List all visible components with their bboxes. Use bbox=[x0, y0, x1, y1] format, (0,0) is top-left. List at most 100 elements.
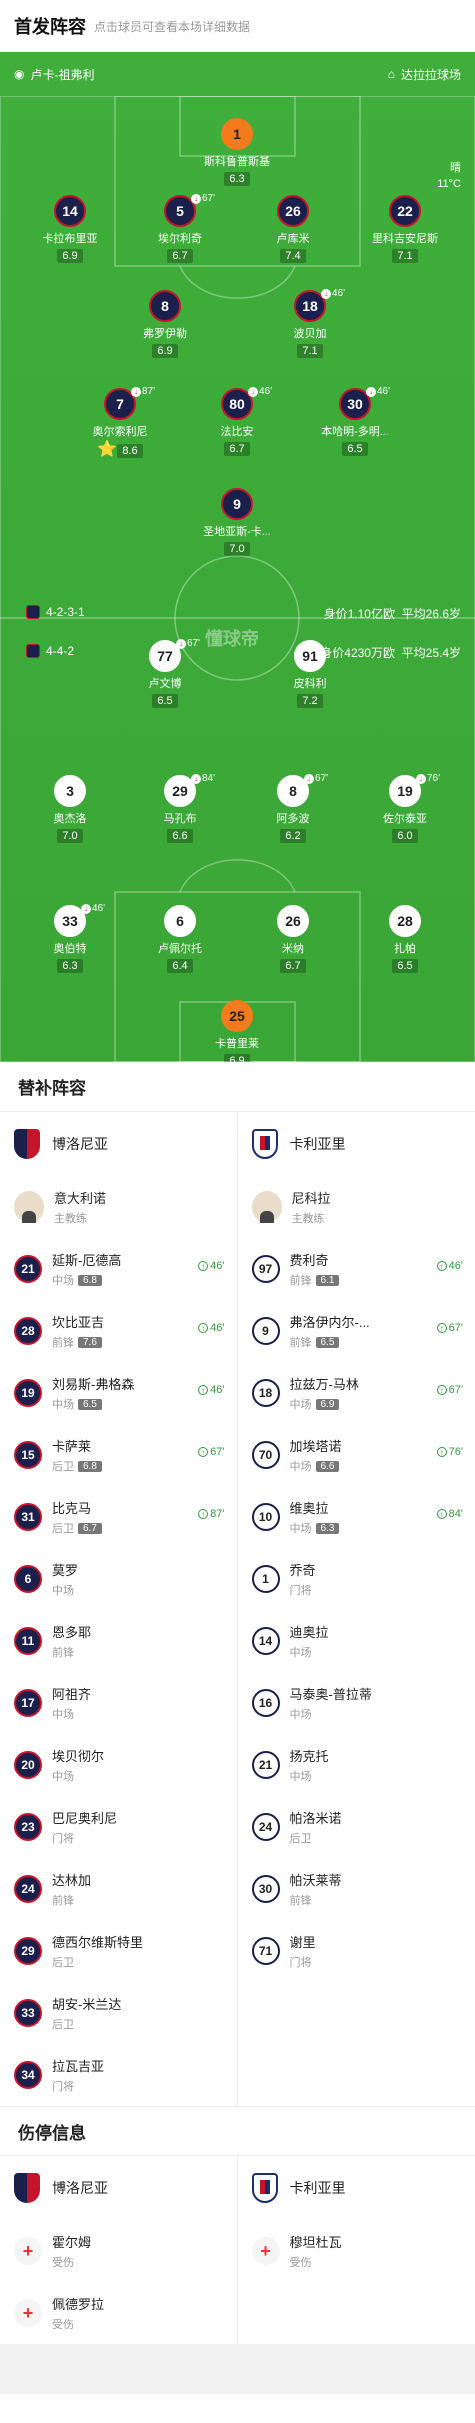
sub-info: 维奥拉 中场 6.3 bbox=[290, 1498, 340, 1536]
sub-player-row[interactable]: 6 莫罗 中场 bbox=[0, 1548, 237, 1610]
sub-player-row[interactable]: 20 埃贝彻尔 中场 bbox=[0, 1734, 237, 1796]
home-team-row[interactable]: 博洛尼亚 bbox=[0, 1112, 237, 1176]
away-player[interactable]: 33 ↓ 46' 奥伯特 6.3 bbox=[15, 903, 125, 974]
rating-wrap: 6.5 bbox=[300, 439, 410, 457]
sub-player-row[interactable]: 21 延斯-厄德高 中场 6.8 ↑ 46' bbox=[0, 1238, 237, 1300]
home-coach-role: 主教练 bbox=[54, 1213, 87, 1225]
sub-info: 乔奇 门将 bbox=[290, 1560, 316, 1598]
player-name: 本哈明-多明... bbox=[321, 426, 389, 438]
home-coach-row[interactable]: 意大利诺 主教练 bbox=[0, 1176, 237, 1238]
away-player[interactable]: 29 ↓ 84' 马孔布 6.6 bbox=[125, 773, 235, 844]
sub-player-row[interactable]: 33 胡安-米兰达 后卫 bbox=[0, 1982, 237, 2044]
injury-row[interactable]: + 霍尔姆 受伤 bbox=[0, 2220, 237, 2282]
home-player[interactable]: 8 弗罗伊勒 6.9 bbox=[110, 290, 220, 359]
sub-rating: 6.8 bbox=[78, 1460, 102, 1472]
sub-number: 16 bbox=[251, 1689, 280, 1717]
sub-player-row[interactable]: 31 比克马 后卫 6.7 ↑ 87' bbox=[0, 1486, 237, 1548]
injury-row[interactable]: + 佩德罗拉 受伤 bbox=[0, 2282, 237, 2344]
sub-meta: 中场 6.8 bbox=[52, 1272, 121, 1288]
sub-meta: 中场 bbox=[52, 1706, 91, 1722]
home-player[interactable]: 26 卢库米 7.4 bbox=[238, 195, 348, 264]
sub-player-row[interactable]: 10 维奥拉 中场 6.3 ↑ 84' bbox=[238, 1486, 475, 1548]
injury-status: 受伤 bbox=[52, 2319, 74, 2331]
sub-number: 24 bbox=[14, 1875, 42, 1903]
home-injury-list: + 霍尔姆 受伤 + 佩德罗拉 受伤 bbox=[0, 2220, 237, 2344]
sub-player-row[interactable]: 16 马泰奥-普拉蒂 中场 bbox=[238, 1672, 475, 1734]
sub-player-row[interactable]: 24 达林加 前锋 bbox=[0, 1858, 237, 1920]
player-name: 法比安 bbox=[220, 426, 254, 438]
sub-player-row[interactable]: 1 乔奇 门将 bbox=[238, 1548, 475, 1610]
bottom-spacer bbox=[0, 2344, 475, 2394]
away-player[interactable]: 19 ↓ 76' 佐尔泰亚 6.0 bbox=[350, 773, 460, 844]
away-player[interactable]: 91 皮科利 7.2 bbox=[255, 640, 365, 709]
sub-name: 卡萨莱 bbox=[52, 1439, 92, 1454]
sub-off-badge: ↓ 87' bbox=[131, 386, 155, 397]
sub-meta: 后卫 bbox=[52, 2016, 121, 2032]
sub-player-row[interactable]: 34 拉瓦吉亚 门将 bbox=[0, 2044, 237, 2106]
sub-player-row[interactable]: 14 迪奥拉 中场 bbox=[238, 1610, 475, 1672]
sub-player-row[interactable]: 30 帕沃莱蒂 前锋 bbox=[238, 1858, 475, 1920]
away-player[interactable]: 28 扎帕 6.5 bbox=[350, 905, 460, 974]
away-player[interactable]: 25 卡普里莱 6.9 bbox=[182, 1000, 292, 1062]
sub-off-icon: ↓ bbox=[176, 638, 186, 649]
subs-grid: 博洛尼亚 意大利诺 主教练 21 延斯-厄德高 中场 6.8 ↑ 46' 28 坎比亚吉 前锋 7.… bbox=[0, 1112, 475, 2106]
rating-wrap: ⭐ 8.6 bbox=[65, 439, 175, 459]
home-injury-team[interactable]: 博洛尼亚 bbox=[0, 2156, 237, 2220]
rating-wrap: 7.1 bbox=[350, 246, 460, 264]
sub-player-row[interactable]: 23 巴尼奥利尼 门将 bbox=[0, 1796, 237, 1858]
sub-number: 21 bbox=[251, 1751, 280, 1779]
sub-meta: 中场 6.3 bbox=[290, 1520, 340, 1536]
sub-number: 31 bbox=[14, 1503, 42, 1531]
sub-player-row[interactable]: 18 拉兹万-马林 中场 6.9 ↑ 67' bbox=[238, 1362, 475, 1424]
home-player[interactable]: 1 斯科鲁普斯基 6.3 bbox=[182, 118, 292, 187]
sub-player-row[interactable]: 17 阿祖齐 中场 bbox=[0, 1672, 237, 1734]
away-player[interactable]: 6 卢佩尔托 6.4 bbox=[125, 905, 235, 974]
home-player[interactable]: 30 ↓ 46' 本哈明-多明... 6.5 bbox=[300, 386, 410, 457]
sub-rating: 6.7 bbox=[78, 1522, 102, 1534]
weather: 晴 11°C bbox=[437, 160, 461, 192]
away-injury-team[interactable]: 卡利亚里 bbox=[238, 2156, 475, 2220]
away-team-row[interactable]: 卡利亚里 bbox=[238, 1112, 475, 1176]
sub-off-icon: ↓ bbox=[191, 193, 201, 204]
sub-time: 67' bbox=[202, 193, 216, 204]
sub-position: 中场 bbox=[52, 1585, 74, 1597]
sub-player-row[interactable]: 70 加埃塔诺 中场 6.6 ↑ 76' bbox=[238, 1424, 475, 1486]
sub-meta: 前锋 bbox=[52, 1892, 91, 1908]
sub-rating: 6.1 bbox=[315, 1274, 340, 1286]
sub-name: 迪奥拉 bbox=[289, 1625, 329, 1640]
away-coach-row[interactable]: 尼科拉 主教练 bbox=[238, 1176, 475, 1238]
sub-on-minute: 46' bbox=[210, 1260, 225, 1272]
away-player[interactable]: 26 米纳 6.7 bbox=[238, 905, 348, 974]
home-player[interactable]: 14 卡拉布里亚 6.9 bbox=[15, 195, 125, 264]
away-player[interactable]: 77 ↓ 67' 卢文博 6.5 bbox=[110, 638, 220, 709]
sub-player-row[interactable]: 24 帕洛米诺 后卫 bbox=[238, 1796, 475, 1858]
player-name: 奥尔索利尼 bbox=[92, 426, 148, 438]
away-player[interactable]: 8 ↓ 67' 阿多波 6.2 bbox=[238, 773, 348, 844]
sub-player-row[interactable]: 9 弗洛伊内尔-... 前锋 6.5 ↑ 67' bbox=[238, 1300, 475, 1362]
home-player[interactable]: 7 ↓ 87' 奥尔索利尼 ⭐ 8.6 bbox=[65, 386, 175, 459]
sub-on-time: ↑ 76' bbox=[436, 1446, 463, 1458]
player-name: 卢文博 bbox=[148, 678, 182, 690]
injury-row[interactable]: + 穆坦杜瓦 受伤 bbox=[238, 2220, 475, 2282]
sub-info: 胡安-米兰达 后卫 bbox=[52, 1994, 121, 2032]
sub-player-row[interactable]: 15 卡萨莱 后卫 6.8 ↑ 67' bbox=[0, 1424, 237, 1486]
sub-number: 9 bbox=[251, 1317, 280, 1345]
home-player[interactable]: 22 里科吉安尼斯 7.1 bbox=[350, 195, 460, 264]
sub-player-row[interactable]: 97 费利奇 前锋 6.1 ↑ 46' bbox=[238, 1238, 475, 1300]
away-player[interactable]: 3 奥杰洛 7.0 bbox=[15, 775, 125, 844]
player-name: 皮科利 bbox=[293, 678, 327, 690]
home-player[interactable]: 80 ↓ 46' 法比安 6.7 bbox=[182, 386, 292, 457]
sub-player-row[interactable]: 29 德西尔维斯特里 后卫 bbox=[0, 1920, 237, 1982]
away-injury-team-name: 卡利亚里 bbox=[289, 2180, 346, 2196]
home-player[interactable]: 9 圣地亚斯-卡... 7.0 bbox=[182, 488, 292, 557]
sub-player-row[interactable]: 28 坎比亚吉 前锋 7.6 ↑ 46' bbox=[0, 1300, 237, 1362]
home-player[interactable]: 18 ↓ 46' 波贝加 7.1 bbox=[255, 288, 365, 359]
home-player[interactable]: 5 ↓ 67' 埃尔利奇 6.7 bbox=[125, 193, 235, 264]
sub-player-row[interactable]: 21 扬克托 中场 bbox=[238, 1734, 475, 1796]
sub-info: 达林加 前锋 bbox=[52, 1870, 91, 1908]
sub-player-row[interactable]: 19 刘易斯-弗格森 中场 6.5 ↑ 46' bbox=[0, 1362, 237, 1424]
sub-player-row[interactable]: 11 恩多耶 前锋 bbox=[0, 1610, 237, 1672]
player-number: 14 bbox=[54, 195, 86, 227]
sub-player-row[interactable]: 71 谢里 门将 bbox=[238, 1920, 475, 1982]
sub-number: 97 bbox=[251, 1255, 280, 1283]
